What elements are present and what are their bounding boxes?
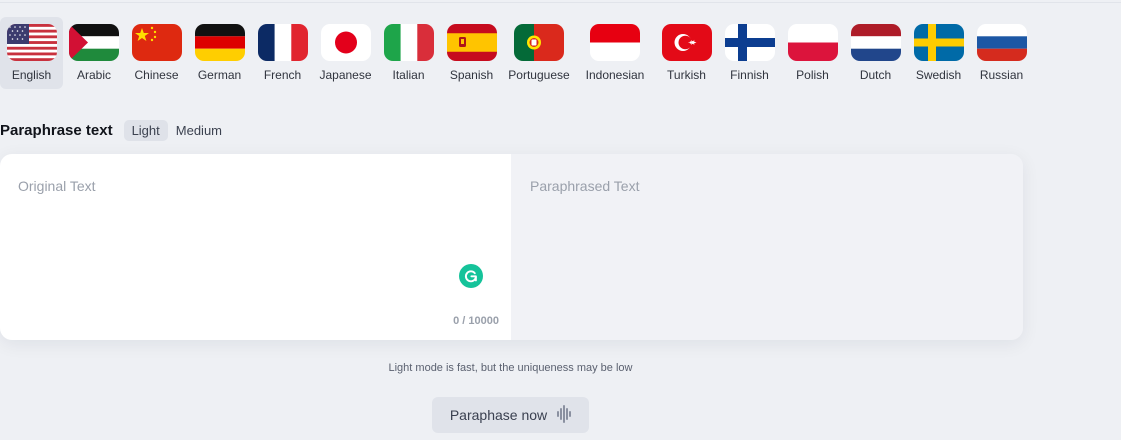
language-dutch[interactable]: Dutch bbox=[844, 17, 907, 89]
finland-flag-icon bbox=[724, 24, 775, 61]
language-label: Italian bbox=[392, 68, 425, 82]
indonesia-flag-icon bbox=[590, 24, 640, 61]
paraphrase-now-label: Paraphase now bbox=[449, 407, 548, 423]
language-turkish[interactable]: Turkish bbox=[655, 17, 718, 89]
mode-selector: Paraphrase text Light Medium bbox=[0, 119, 230, 141]
language-label: Turkish bbox=[667, 68, 706, 82]
arabic-flag-icon bbox=[69, 24, 119, 61]
language-selector: English Arabic Chinese German French Jap… bbox=[0, 17, 1033, 89]
language-label: English bbox=[11, 68, 52, 82]
language-russian[interactable]: Russian bbox=[970, 17, 1033, 89]
japan-flag-icon bbox=[320, 24, 371, 61]
language-chinese[interactable]: Chinese bbox=[125, 17, 188, 89]
language-label: Russian bbox=[979, 68, 1024, 82]
language-polish[interactable]: Polish bbox=[781, 17, 844, 89]
language-label: French bbox=[263, 68, 302, 82]
language-label: Japanese bbox=[319, 68, 372, 82]
sweden-flag-icon bbox=[913, 24, 964, 61]
us-flag-icon bbox=[6, 24, 57, 61]
paraphrase-editor: Original Text 0 / 10000 Paraphrased Text bbox=[0, 154, 1023, 340]
language-label: Portuguese bbox=[508, 68, 570, 82]
language-label: Chinese bbox=[134, 68, 179, 82]
language-label: Finnish bbox=[730, 68, 769, 82]
paraphrase-now-button[interactable]: Paraphase now bbox=[432, 397, 589, 433]
language-indonesian[interactable]: Indonesian bbox=[575, 17, 655, 89]
china-flag-icon bbox=[131, 24, 182, 61]
language-label: Spanish bbox=[449, 68, 494, 82]
mode-light-button[interactable]: Light bbox=[123, 119, 168, 141]
mode-hint: Light mode is fast, but the uniqueness m… bbox=[388, 362, 633, 374]
original-text-input[interactable]: Original Text 0 / 10000 bbox=[0, 154, 511, 340]
grammarly-icon[interactable] bbox=[459, 264, 483, 288]
language-label: German bbox=[197, 68, 242, 82]
top-divider bbox=[0, 2, 1121, 3]
poland-flag-icon bbox=[787, 24, 838, 61]
language-french[interactable]: French bbox=[251, 17, 314, 89]
language-label: Polish bbox=[796, 68, 829, 82]
netherlands-flag-icon bbox=[850, 24, 901, 61]
language-german[interactable]: German bbox=[188, 17, 251, 89]
language-arabic[interactable]: Arabic bbox=[63, 17, 125, 89]
russia-flag-icon bbox=[976, 24, 1027, 61]
turkey-flag-icon bbox=[661, 24, 712, 61]
language-label: Indonesian bbox=[585, 68, 645, 82]
italy-flag-icon bbox=[383, 24, 434, 61]
paraphrased-text-output[interactable]: Paraphrased Text bbox=[511, 154, 1023, 340]
language-finnish[interactable]: Finnish bbox=[718, 17, 781, 89]
language-italian[interactable]: Italian bbox=[377, 17, 440, 89]
mode-medium-button[interactable]: Medium bbox=[168, 120, 230, 141]
language-portuguese[interactable]: Portuguese bbox=[503, 17, 575, 89]
language-label: Swedish bbox=[915, 68, 962, 82]
language-japanese[interactable]: Japanese bbox=[314, 17, 377, 89]
language-swedish[interactable]: Swedish bbox=[907, 17, 970, 89]
sound-wave-icon bbox=[557, 404, 572, 426]
language-label: Dutch bbox=[859, 68, 892, 82]
language-label: Arabic bbox=[76, 68, 111, 82]
spain-flag-icon bbox=[446, 24, 497, 61]
language-spanish[interactable]: Spanish bbox=[440, 17, 503, 89]
germany-flag-icon bbox=[194, 24, 245, 61]
paraphrased-text-placeholder: Paraphrased Text bbox=[530, 178, 640, 194]
language-english[interactable]: English bbox=[0, 17, 63, 89]
portugal-flag-icon bbox=[514, 24, 564, 61]
mode-title: Paraphrase text bbox=[0, 121, 113, 139]
original-text-placeholder: Original Text bbox=[18, 178, 96, 194]
character-counter: 0 / 10000 bbox=[453, 315, 499, 327]
france-flag-icon bbox=[257, 24, 308, 61]
